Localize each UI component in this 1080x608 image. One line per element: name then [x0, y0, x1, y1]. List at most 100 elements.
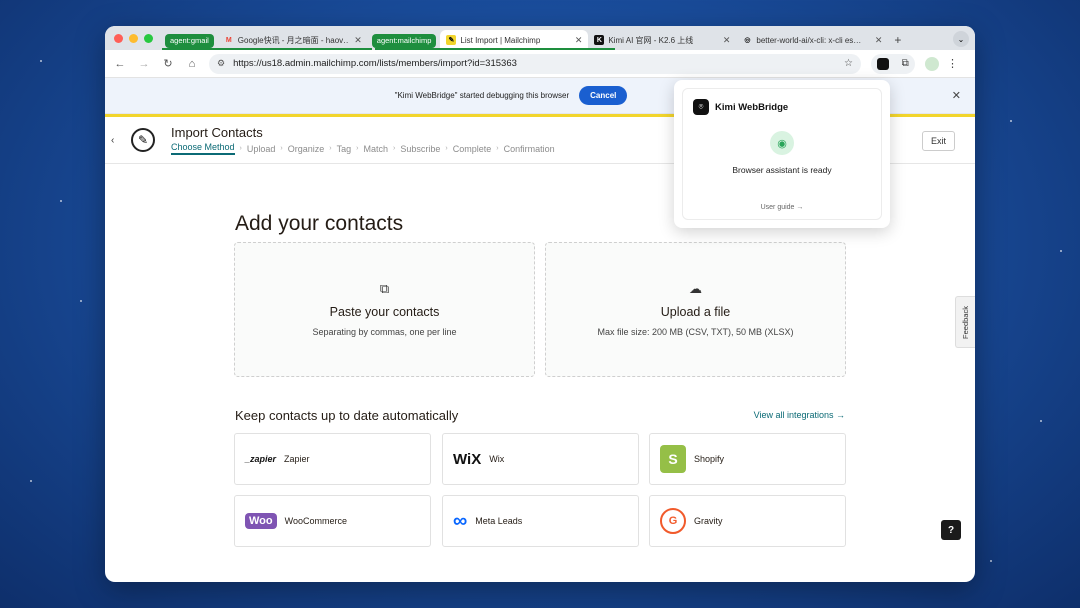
address-bar[interactable]: ⚙ https://us18.admin.mailchimp.com/lists…: [209, 53, 861, 74]
cloud-upload-icon: ☁: [689, 281, 702, 296]
integration-gravity[interactable]: G Gravity: [649, 495, 846, 547]
cancel-debugging-button[interactable]: Cancel: [579, 86, 628, 105]
github-icon: ◎: [744, 37, 751, 44]
browser-toolbar: ← → ↻ ⌂ ⚙ https://us18.admin.mailchimp.c…: [105, 50, 975, 78]
back-chevron-icon[interactable]: ‹: [111, 135, 125, 146]
kimi-webbridge-popup: ⌾ Kimi WebBridge ◉ Browser assistant is …: [674, 80, 890, 228]
close-tab-icon[interactable]: ✕: [723, 35, 731, 46]
woocommerce-logo-icon: Woo: [245, 513, 277, 529]
tab-title: better-world-ai/x-cli: x-cli es…: [756, 35, 862, 45]
upload-file-card[interactable]: ☁ Upload a file Max file size: 200 MB (C…: [545, 242, 846, 377]
card-title: Upload a file: [660, 305, 731, 319]
close-tab-icon[interactable]: ✕: [354, 35, 362, 46]
step-separator-icon: ›: [393, 145, 396, 152]
integration-name: Meta Leads: [475, 516, 523, 526]
kimi-icon: K: [594, 35, 605, 45]
step-organize: Organize: [287, 143, 325, 154]
view-all-integrations-link[interactable]: View all integrations →: [754, 410, 845, 420]
step-separator-icon: ›: [239, 145, 242, 152]
exit-button[interactable]: Exit: [921, 131, 955, 151]
tab-github[interactable]: ◎ better-world-ai/x-cli: x-cli es… ✕: [736, 30, 888, 50]
integration-name: WooCommerce: [284, 516, 347, 526]
close-window-button[interactable]: [114, 33, 123, 43]
bookmark-star-icon[interactable]: ☆: [844, 58, 853, 69]
assistant-status: Browser assistant is ready: [732, 165, 832, 175]
tab-group-mailchimp[interactable]: agent:mailchimp: [371, 33, 437, 48]
forward-button[interactable]: →: [135, 58, 153, 70]
tab-strip: agent:gmail M Google快讯 - 月之暗面 - haov… ✕ …: [105, 26, 975, 50]
gravity-logo-icon: G: [660, 508, 686, 534]
minimize-window-button[interactable]: [129, 33, 138, 43]
profile-avatar[interactable]: [925, 56, 939, 71]
wix-logo-icon: WiX: [453, 450, 482, 468]
zapier-logo-icon: _zapier: [245, 454, 277, 464]
tab-title: List Import | Mailchimp: [460, 35, 541, 45]
gmail-icon: M: [225, 36, 232, 44]
integration-name: Zapier: [284, 454, 310, 464]
step-separator-icon: ›: [356, 145, 359, 152]
url-text[interactable]: https://us18.admin.mailchimp.com/lists/m…: [233, 58, 844, 69]
user-guide-link[interactable]: User guide →: [683, 204, 881, 211]
paste-icon: ⧉: [379, 281, 390, 296]
popup-title: Kimi WebBridge: [715, 101, 789, 113]
browser-menu-icon[interactable]: ⋮: [947, 57, 958, 70]
integration-zapier[interactable]: _zapier Zapier: [234, 433, 431, 485]
add-contacts-heading: Add your contacts: [235, 212, 404, 235]
extensions-puzzle-icon[interactable]: ⧉: [902, 58, 909, 69]
integration-meta-leads[interactable]: ∞ Meta Leads: [442, 495, 639, 547]
integration-name: Wix: [489, 454, 505, 464]
new-tab-button[interactable]: +: [894, 33, 901, 47]
integration-woocommerce[interactable]: Woo WooCommerce: [234, 495, 431, 547]
step-choose-method[interactable]: Choose Method: [171, 142, 235, 155]
paste-contacts-card[interactable]: ⧉ Paste your contacts Separating by comm…: [234, 242, 535, 377]
import-steps: Choose Method › Upload › Organize › Tag …: [171, 142, 555, 155]
mailchimp-logo[interactable]: ✎: [131, 128, 155, 152]
tab-group-underline-gmail: [162, 48, 372, 50]
integration-shopify[interactable]: S Shopify: [649, 433, 846, 485]
step-complete: Complete: [452, 143, 492, 154]
integration-name: Gravity: [694, 516, 723, 526]
step-separator-icon: ›: [280, 145, 283, 152]
kimi-webbridge-extension-icon[interactable]: [877, 57, 890, 70]
step-upload: Upload: [246, 143, 276, 154]
window-controls: [105, 33, 161, 43]
integration-name: Shopify: [694, 454, 725, 464]
tab-group-underline-mailchimp: [375, 48, 615, 50]
step-match: Match: [363, 143, 389, 154]
step-separator-icon: ›: [329, 145, 332, 152]
browser-window: agent:gmail M Google快讯 - 月之暗面 - haov… ✕ …: [105, 26, 975, 582]
page-title: Import Contacts: [171, 125, 263, 140]
site-info-icon[interactable]: ⚙: [217, 58, 225, 69]
tab-search-button[interactable]: ⌄: [953, 31, 969, 47]
back-button[interactable]: ←: [111, 58, 129, 70]
maximize-window-button[interactable]: [144, 33, 153, 43]
step-separator-icon: ›: [445, 145, 448, 152]
step-tag: Tag: [336, 143, 352, 154]
tab-title: Google快讯 - 月之暗面 - haov…: [237, 35, 349, 45]
close-infobar-icon[interactable]: ✕: [952, 89, 961, 102]
integrations-heading: Keep contacts up to date automatically: [235, 408, 459, 423]
tab-gmail[interactable]: M Google快讯 - 月之暗面 - haov… ✕: [218, 30, 368, 50]
home-button[interactable]: ⌂: [183, 58, 201, 70]
card-subtitle: Separating by commas, one per line: [312, 327, 457, 337]
card-title: Paste your contacts: [329, 305, 440, 319]
card-subtitle: Max file size: 200 MB (CSV, TXT), 50 MB …: [597, 327, 794, 337]
step-separator-icon: ›: [496, 145, 499, 152]
tab-group-gmail[interactable]: agent:gmail: [165, 33, 214, 48]
close-tab-icon[interactable]: ✕: [575, 35, 583, 46]
kimi-webbridge-logo-icon: ⌾: [693, 99, 709, 115]
step-subscribe: Subscribe: [400, 143, 441, 154]
feedback-label: Feedback: [961, 305, 970, 339]
integration-wix[interactable]: WiX Wix: [442, 433, 639, 485]
extensions-pill: ⧉: [871, 53, 915, 74]
debugging-message: "Kimi WebBridge" started debugging this …: [394, 91, 570, 100]
step-confirmation: Confirmation: [503, 143, 555, 154]
tab-kimi[interactable]: K Kimi AI 官网 - K2.6 上线 ✕: [588, 30, 736, 50]
tab-title: Kimi AI 官网 - K2.6 上线: [608, 35, 694, 45]
close-tab-icon[interactable]: ✕: [875, 35, 883, 46]
wifi-connected-icon: ◉: [770, 131, 794, 155]
reload-button[interactable]: ↻: [159, 57, 177, 70]
feedback-tab[interactable]: Feedback: [955, 296, 975, 348]
help-button[interactable]: ?: [941, 520, 961, 540]
tab-mailchimp[interactable]: ✎ List Import | Mailchimp ✕: [440, 30, 589, 50]
